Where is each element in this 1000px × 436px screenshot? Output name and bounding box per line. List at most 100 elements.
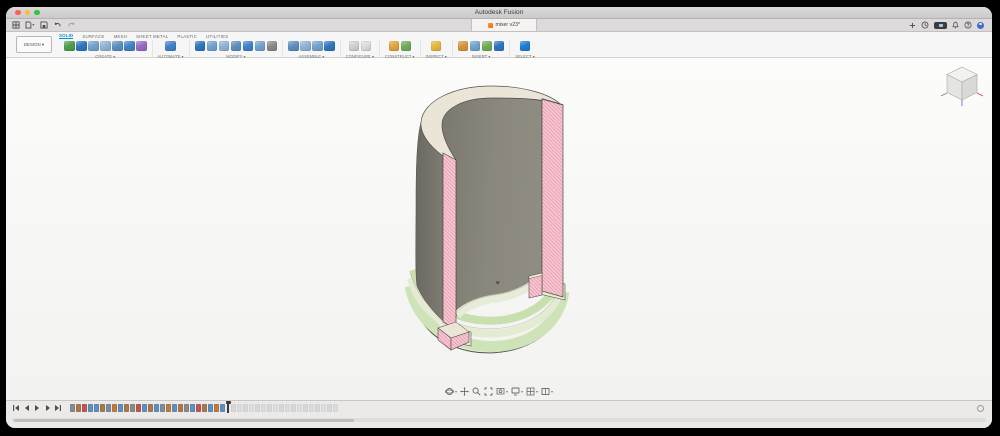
timeline-feature-icon[interactable] — [142, 404, 147, 412]
modify-tool-icon[interactable] — [243, 41, 254, 52]
assemble-tool-icon[interactable] — [300, 41, 311, 52]
notifications-icon[interactable] — [952, 21, 959, 29]
create-tool-icon[interactable] — [64, 41, 75, 52]
timeline-feature-icon[interactable] — [118, 404, 123, 412]
create-tool-icon[interactable] — [124, 41, 135, 52]
zoom-window-icon[interactable] — [496, 387, 505, 396]
timeline-future-feature-icon[interactable] — [297, 404, 302, 412]
timeline-feature-icon[interactable] — [94, 404, 99, 412]
orbit-icon[interactable] — [445, 387, 454, 396]
create-tool-icon[interactable] — [136, 41, 147, 52]
modify-tool-icon[interactable] — [267, 41, 278, 52]
timeline-feature-icon[interactable] — [196, 404, 201, 412]
undo-icon[interactable] — [53, 21, 62, 29]
extensions-icon[interactable] — [921, 21, 929, 29]
modify-tool-icon[interactable] — [219, 41, 230, 52]
timeline-future-feature-icon[interactable] — [231, 404, 236, 412]
ribbon-tab-utilities[interactable]: UTILITIES — [206, 34, 228, 40]
view-cube[interactable] — [940, 62, 984, 108]
construct-tool-icon[interactable] — [401, 41, 412, 52]
ribbon-tab-plastic[interactable]: PLASTIC — [177, 34, 197, 40]
step-forward-icon[interactable] — [44, 404, 52, 412]
timeline-feature-icon[interactable] — [82, 404, 87, 412]
data-panel-icon[interactable] — [12, 21, 20, 29]
timeline-feature-icon[interactable] — [178, 404, 183, 412]
timeline-future-feature-icon[interactable] — [321, 404, 326, 412]
timeline-future-feature-icon[interactable] — [291, 404, 296, 412]
timeline-feature-icon[interactable] — [190, 404, 195, 412]
timeline-future-feature-icon[interactable] — [243, 404, 248, 412]
timeline-feature-icon[interactable] — [112, 404, 117, 412]
timeline-feature-icon[interactable] — [214, 404, 219, 412]
timeline-feature-icon[interactable] — [166, 404, 171, 412]
timeline-future-feature-icon[interactable] — [279, 404, 284, 412]
step-back-icon[interactable] — [23, 404, 31, 412]
timeline-feature-icon[interactable] — [100, 404, 105, 412]
insert-tool-icon[interactable] — [482, 41, 493, 52]
skip-to-end-icon[interactable] — [54, 404, 62, 412]
timeline-feature-icon[interactable] — [202, 404, 207, 412]
configure-tool-icon[interactable] — [361, 41, 372, 52]
display-settings-icon[interactable] — [511, 387, 520, 396]
document-tab[interactable]: mixer v23* — [471, 19, 537, 31]
timeline-feature-icon[interactable] — [148, 404, 153, 412]
timeline-future-feature-icon[interactable] — [249, 404, 254, 412]
file-menu-icon[interactable] — [25, 21, 35, 29]
viewports-icon[interactable] — [541, 387, 550, 396]
timeline-scrollbar-handle[interactable] — [14, 419, 354, 422]
plus-icon[interactable] — [909, 22, 916, 29]
select-tool-icon[interactable] — [520, 41, 531, 52]
timeline-feature-icon[interactable] — [124, 404, 129, 412]
ribbon-tab-solid[interactable]: SOLID — [59, 33, 73, 40]
user-avatar[interactable] — [977, 22, 984, 29]
insert-tool-icon[interactable] — [470, 41, 481, 52]
assemble-tool-icon[interactable] — [324, 41, 335, 52]
pan-icon[interactable] — [460, 387, 469, 396]
skip-to-start-icon[interactable] — [12, 404, 20, 412]
create-tool-icon[interactable] — [88, 41, 99, 52]
viewport-canvas[interactable] — [6, 58, 992, 400]
modify-tool-icon[interactable] — [195, 41, 206, 52]
inspect-tool-icon[interactable] — [431, 41, 442, 52]
timeline-future-feature-icon[interactable] — [303, 404, 308, 412]
ribbon-tab-surface[interactable]: SURFACE — [82, 34, 104, 40]
construct-tool-icon[interactable] — [389, 41, 400, 52]
modify-tool-icon[interactable] — [207, 41, 218, 52]
grid-snap-icon[interactable] — [526, 387, 535, 396]
configure-tool-icon[interactable] — [349, 41, 360, 52]
timeline-future-feature-icon[interactable] — [261, 404, 266, 412]
timeline-future-feature-icon[interactable] — [237, 404, 242, 412]
create-tool-icon[interactable] — [76, 41, 87, 52]
assemble-tool-icon[interactable] — [288, 41, 299, 52]
timeline-future-feature-icon[interactable] — [327, 404, 332, 412]
timeline-scrollbar[interactable] — [12, 418, 986, 422]
ribbon-tab-mesh[interactable]: MESH — [114, 34, 128, 40]
section-model[interactable] — [405, 80, 580, 370]
job-status-badge[interactable] — [934, 22, 947, 29]
timeline-future-feature-icon[interactable] — [273, 404, 278, 412]
redo-icon[interactable] — [67, 21, 76, 29]
timeline-feature-icon[interactable] — [172, 404, 177, 412]
timeline-future-feature-icon[interactable] — [255, 404, 260, 412]
timeline-future-feature-icon[interactable] — [333, 404, 338, 412]
modify-tool-icon[interactable] — [231, 41, 242, 52]
timeline-marker[interactable] — [227, 402, 229, 413]
modify-tool-icon[interactable] — [255, 41, 266, 52]
create-tool-icon[interactable] — [112, 41, 123, 52]
timeline-feature-icon[interactable] — [106, 404, 111, 412]
timeline-feature-icon[interactable] — [184, 404, 189, 412]
timeline-feature-icon[interactable] — [220, 404, 225, 412]
timeline-feature-icon[interactable] — [130, 404, 135, 412]
zoom-icon[interactable] — [472, 387, 481, 396]
save-icon[interactable] — [40, 21, 48, 29]
insert-tool-icon[interactable] — [494, 41, 505, 52]
timeline-feature-icon[interactable] — [136, 404, 141, 412]
play-icon[interactable] — [33, 404, 41, 412]
assemble-tool-icon[interactable] — [312, 41, 323, 52]
help-icon[interactable] — [964, 21, 972, 29]
fit-icon[interactable] — [484, 387, 493, 396]
timeline-feature-icon[interactable] — [154, 404, 159, 412]
timeline-feature-icon[interactable] — [208, 404, 213, 412]
design-menu-button[interactable]: DESIGN ▾ — [16, 36, 52, 53]
timeline-future-feature-icon[interactable] — [285, 404, 290, 412]
